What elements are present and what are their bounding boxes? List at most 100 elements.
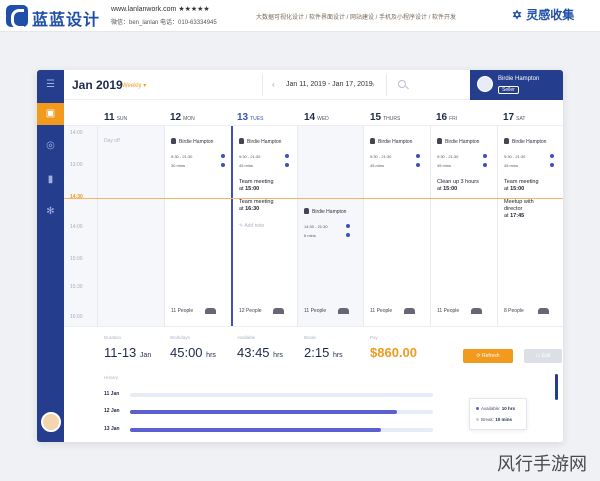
history-bar-track[interactable]: [130, 393, 433, 397]
person-icon: [370, 138, 375, 144]
shift-duration: 30 mins: [171, 163, 186, 168]
current-time-line: [64, 198, 563, 199]
day-header[interactable]: 11 SUN: [104, 107, 127, 125]
summary-available: 43:45 hrs: [237, 345, 283, 360]
calendar-header: Jan 2019 Weekly ▾ ‹ Jan 11, 2019 - Jan 1…: [64, 70, 563, 100]
day-column-sat[interactable]: Birdie Hampton 9:30 - 21:30 45 mins Team…: [497, 126, 563, 326]
people-count: 11 People: [304, 308, 327, 314]
user-box[interactable]: Birdie Hampton Seller: [470, 70, 563, 100]
shift-person: Birdie Hampton: [437, 138, 479, 145]
month-title: Jan 2019: [72, 78, 123, 92]
shift-duration: 45 mins: [370, 163, 385, 168]
status-dot: [346, 224, 350, 228]
scrollbar[interactable]: [555, 374, 558, 400]
day-column-sun[interactable]: Day off: [97, 126, 164, 326]
calendar-grid: 14:00 13:00 14:30 14:00 15:00 15:30 16:0…: [64, 126, 563, 326]
history-panel: History 11 Jan 12 Jan 13 Jan Available: …: [64, 370, 563, 442]
refresh-button[interactable]: ⟳ Refresh: [463, 349, 513, 363]
history-row-label: 11 Jan: [104, 391, 120, 397]
note-team-meeting[interactable]: Team meeting at 16:30: [239, 199, 274, 213]
people-icon: [538, 308, 549, 314]
note-team-meeting[interactable]: Team meeting at 15:00: [504, 179, 539, 193]
shift-duration: 6 mins: [304, 233, 316, 238]
time-label: 16:00: [70, 314, 83, 320]
time-label: 14:00: [70, 130, 83, 136]
people-icon: [273, 308, 284, 314]
shift-duration: 45 mins: [239, 163, 254, 168]
summary-bar: Duration Workdays Available Break Pay 11…: [64, 326, 563, 370]
note-meetup[interactable]: Meetup with director at 17:45: [504, 199, 534, 220]
shift-time: 9:30 - 21:30: [437, 154, 459, 159]
summary-dates: 11-13 Jan: [104, 345, 152, 360]
view-mode-select[interactable]: Weekly ▾: [122, 82, 146, 89]
next-week-button[interactable]: ›: [372, 80, 375, 89]
status-dot: [285, 154, 289, 158]
calendar-app: ☰ ▣ ◎ ▮ ✻ Jan 2019 Weekly ▾ ‹ Jan 11, 20…: [37, 70, 563, 442]
time-label: 15:30: [70, 284, 83, 290]
chart-icon[interactable]: ▮: [37, 169, 64, 191]
prev-week-button[interactable]: ‹: [272, 80, 275, 89]
day-header[interactable]: 16 FRI: [436, 107, 457, 125]
day-column-thu[interactable]: Birdie Hampton 9:30 - 21:30 45 mins 11 P…: [363, 126, 430, 326]
people-icon: [338, 308, 349, 314]
person-icon: [239, 138, 244, 144]
brand-contact: 微信：ben_lanlan 电话：010-63334945: [111, 20, 217, 26]
shift-time: 9:30 - 21:30: [171, 154, 193, 159]
day-column-wed[interactable]: Birdie Hampton 14:30 - 21:30 6 mins 11 P…: [297, 126, 363, 326]
person-icon: [504, 138, 509, 144]
day-header-today[interactable]: 13 TUES: [237, 107, 263, 125]
shift-person: Birdie Hampton: [304, 208, 346, 215]
rail-avatar[interactable]: [41, 412, 61, 432]
gear-icon[interactable]: ✻: [37, 201, 64, 223]
legend-dot: [476, 418, 479, 421]
status-dot: [221, 154, 225, 158]
add-note-button[interactable]: ✎ Add note: [239, 223, 264, 229]
brand-logo-icon: [6, 5, 28, 29]
history-bar-track[interactable]: [130, 410, 433, 414]
day-header[interactable]: 12 MON: [170, 107, 195, 125]
brand-name: 蓝蓝设计: [32, 10, 101, 29]
banner-right-logo: ✡ 灵感收集: [512, 8, 575, 22]
tooltip-break: Break: 10 mins: [476, 417, 512, 422]
menu-icon[interactable]: ☰: [37, 74, 64, 96]
user-role-badge: Seller: [498, 86, 519, 94]
user-avatar: [477, 76, 493, 92]
history-row-label: 12 Jan: [104, 408, 120, 414]
day-column-tue[interactable]: Birdie Hampton 9:30 - 21:30 45 mins Team…: [231, 126, 297, 326]
day-header[interactable]: 15 THURS: [370, 107, 400, 125]
banner-links[interactable]: 大数据可视化设计 / 软件界面设计 / 网站建设 / 手机及小程序设计 / 软件…: [256, 12, 456, 21]
shift-time: 9:30 - 21:30: [239, 154, 261, 159]
tooltip-available: Available: 10 hrs: [476, 406, 515, 411]
note-clean-up[interactable]: Clean up 3 hours at 15:00: [437, 179, 479, 193]
people-icon: [471, 308, 482, 314]
people-icon: [404, 308, 415, 314]
brand-site: www.lanlanwork.com ★★★★★: [111, 6, 210, 13]
note-team-meeting[interactable]: Team meeting at 15:00: [239, 179, 274, 193]
history-bar-track[interactable]: [130, 428, 433, 432]
search-icon[interactable]: [398, 80, 406, 88]
shift-time: 14:30 - 21:30: [304, 224, 328, 229]
person-icon: [304, 208, 309, 214]
history-tooltip: Available: 10 hrs Break: 10 mins: [469, 398, 527, 430]
status-dot: [221, 163, 225, 167]
shift-person: Birdie Hampton: [171, 138, 213, 145]
current-time-label: 14:30: [70, 194, 83, 200]
status-dot: [550, 163, 554, 167]
time-label: 13:00: [70, 162, 83, 168]
brand-banner: 蓝蓝设计 www.lanlanwork.com ★★★★★ 微信：ben_lan…: [0, 0, 600, 32]
shift-duration: 45 mins: [504, 163, 519, 168]
calendar-icon[interactable]: ▣: [37, 103, 64, 125]
history-bar-fill: [130, 410, 397, 414]
target-icon[interactable]: ◎: [37, 135, 64, 157]
summary-label: Duration: [104, 335, 122, 340]
shift-time: 9:30 - 21:30: [370, 154, 392, 159]
people-count: 8 People: [504, 308, 524, 314]
history-bar-fill: [130, 428, 382, 432]
people-count: 11 People: [370, 308, 393, 314]
people-count: 12 People: [239, 308, 262, 314]
day-column-mon[interactable]: Birdie Hampton 9:30 - 21:30 30 mins 11 P…: [164, 126, 231, 326]
day-header[interactable]: 14 WED: [304, 107, 329, 125]
day-header[interactable]: 17 SAT: [503, 107, 525, 125]
edit-button[interactable]: ▭ Edit: [524, 349, 562, 363]
day-column-fri[interactable]: Birdie Hampton 9:30 - 21:30 45 mins Clea…: [430, 126, 497, 326]
